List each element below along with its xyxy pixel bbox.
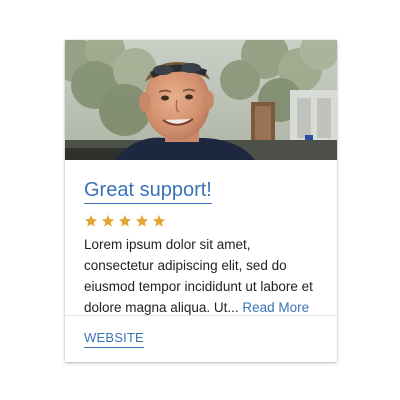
star-icon [135, 214, 149, 227]
star-rating [84, 214, 324, 230]
star-icon [84, 214, 98, 227]
star-icon [152, 214, 166, 227]
reviewer-photo [65, 40, 337, 160]
review-title-link[interactable]: Great support! [84, 178, 212, 204]
review-content: Great support! Lorem ipsum dolor sit ame… [84, 178, 324, 318]
reviewer-photo-image [65, 40, 337, 160]
review-excerpt: Lorem ipsum dolor sit amet, consectetur … [84, 234, 320, 318]
read-more-link[interactable]: Read More [242, 300, 310, 316]
website-link[interactable]: WEBSITE [84, 330, 144, 348]
star-icon [118, 214, 132, 227]
review-card: Great support! Lorem ipsum dolor sit ame… [65, 40, 337, 362]
star-icon [101, 214, 115, 227]
card-divider [65, 315, 337, 316]
